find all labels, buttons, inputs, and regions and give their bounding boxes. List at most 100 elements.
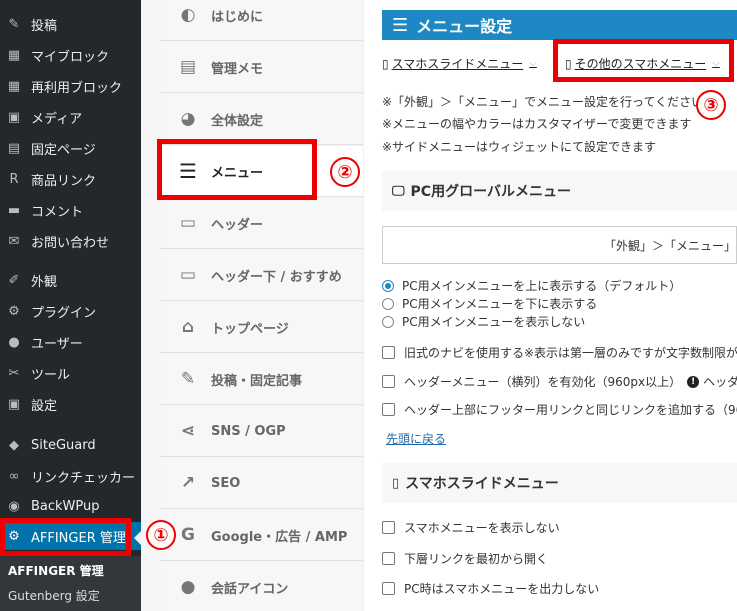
wp-menu-label: マイブロック (31, 49, 110, 65)
wp-menu-item[interactable]: ✉ お問い合わせ (0, 227, 141, 255)
checkbox-no-output-pc[interactable]: PC時はスマホメニューを出力しない (382, 580, 599, 597)
backup-icon: ◉ (8, 498, 20, 514)
brush-icon: ✐ (8, 272, 20, 288)
affinger-menu-item[interactable]: ▭ ヘッダー下 / おすすめ (161, 250, 363, 301)
wp-menu-item[interactable]: ● ユーザー (0, 328, 141, 356)
wp-menu-item[interactable]: ▣ メディア (0, 103, 141, 131)
radio-label: PC用メインメニューを下に表示する (402, 297, 598, 311)
shield-icon: ◆ (9, 437, 19, 453)
memo-icon: ▤ (179, 57, 197, 77)
section-title-bar: ☰ メニュー設定 (382, 10, 737, 40)
main-content: ☰ メニュー設定 ▯ スマホスライドメニュー ⌵ ▯ その他のスマホメニュー ⌵… (364, 0, 737, 611)
radio-menu-hide[interactable]: PC用メインメニューを表示しない (382, 313, 585, 330)
affinger-menu-item[interactable]: ✎ 投稿・固定記事 (161, 354, 363, 405)
note-line: ※サイドメニューはウィジェットにて設定できます (382, 140, 657, 154)
page-icon: ▤ (7, 140, 21, 156)
menu-location-field[interactable]: 「外観」＞「メニュー」 (382, 226, 737, 264)
section-title: PC用グローバルメニュー (410, 184, 571, 200)
checkbox-label: 下層リンクを最初から開く (404, 552, 549, 566)
wp-menu-item[interactable]: ∞ リンクチェッカー (0, 462, 141, 490)
annotation-number-1: ① (146, 520, 176, 550)
affinger-menu-item[interactable]: ▭ ヘッダー (161, 198, 363, 249)
checkbox[interactable] (382, 582, 395, 595)
radio-menu-top[interactable]: PC用メインメニューを上に表示する（デフォルト） (382, 277, 681, 294)
comment-icon: ▬ (7, 202, 21, 218)
back-to-top-link[interactable]: 先頭に戻る (386, 430, 446, 447)
section-title: スマホスライドメニュー (405, 476, 559, 492)
wp-menu-label: お問い合わせ (31, 235, 110, 251)
wp-menu-item[interactable]: ▤ 固定ページ (0, 134, 141, 162)
wp-menu-label: コメント (31, 204, 84, 220)
palette-icon: ◕ (180, 109, 196, 129)
checkbox-header-footer-links[interactable]: ヘッダー上部にフッター用リンクと同じリンクを追加する（960 (382, 401, 737, 418)
wp-menu-item[interactable]: ✐ 外観 (0, 266, 141, 294)
checkbox[interactable] (382, 346, 395, 359)
grid-icon: ▦ (7, 47, 21, 63)
wp-menu-item[interactable]: R 商品リンク (0, 165, 141, 193)
checkbox-hide-smartphone-menu[interactable]: スマホメニューを表示しない (382, 519, 560, 536)
edit-icon: ✎ (180, 369, 196, 389)
radio-menu-bottom[interactable]: PC用メインメニューを下に表示する (382, 295, 597, 312)
radio-button[interactable] (382, 279, 394, 292)
affinger-menu-label: トップページ (211, 321, 289, 337)
link-icon: ∞ (8, 468, 20, 484)
wp-menu-item[interactable]: ✎ 投稿 (0, 10, 141, 38)
affinger-menu-label: SNS / OGP (211, 423, 286, 439)
wp-menu-label: メディア (31, 111, 83, 127)
grid-icon: ▦ (7, 78, 21, 94)
radio-button[interactable] (382, 297, 394, 310)
affinger-menu-label: はじめに (211, 9, 264, 25)
wp-menu-label: BackWPup (31, 498, 100, 514)
affinger-menu-label: ヘッダー下 / おすすめ (211, 269, 342, 285)
wrench-icon: ✂ (8, 365, 20, 381)
tab-label: スマホスライドメニュー (391, 57, 524, 71)
affinger-menu-label: SEO (211, 475, 241, 491)
affinger-menu-label: 投稿・固定記事 (211, 373, 303, 389)
wp-menu-label: 外観 (31, 274, 58, 290)
affinger-menu-item[interactable]: ● 会話アイコン (161, 562, 363, 611)
wp-submenu-item[interactable]: AFFINGER 管理 (0, 562, 141, 579)
wp-menu-item[interactable]: ✂ ツール (0, 359, 141, 387)
radio-button[interactable] (382, 315, 394, 328)
header-below-icon: ▭ (179, 265, 197, 285)
checkbox-open-sublinks[interactable]: 下層リンクを最初から開く (382, 550, 548, 567)
highlight-box-menu (157, 139, 317, 200)
checkbox-label: ヘッダー上部にフッター用リンクと同じリンクを追加する（960 (404, 403, 737, 417)
tab-smartphone-slide-menu[interactable]: ▯ スマホスライドメニュー ⌵ (382, 55, 537, 72)
wp-menu-item[interactable]: ▣ 設定 (0, 390, 141, 418)
google-icon: G (181, 525, 195, 545)
affinger-menu-item[interactable]: ◕ 全体設定 (161, 94, 363, 145)
wp-menu-item[interactable]: ◆ SiteGuard (0, 431, 141, 459)
affinger-menu-item[interactable]: G Google・広告 / AMP (161, 510, 363, 561)
leaf-icon: ◐ (180, 5, 196, 25)
wp-menu-item[interactable]: ⚙ プラグイン (0, 297, 141, 325)
annotation-number-2: ② (330, 157, 360, 187)
checkbox[interactable] (382, 403, 395, 416)
affinger-menu-item[interactable]: ▤ 管理メモ (161, 42, 363, 93)
wp-menu-label: SiteGuard (31, 437, 96, 453)
section-header-smartphone-slide-menu: ▯ スマホスライドメニュー (382, 463, 737, 503)
wp-menu-item[interactable]: ▦ マイブロック (0, 41, 141, 69)
wp-menu-item[interactable]: ▬ コメント (0, 196, 141, 224)
affinger-menu-label: 管理メモ (211, 61, 264, 77)
wp-menu-label: ツール (31, 367, 71, 383)
wp-submenu-item[interactable]: Gutenberg 設定 (0, 587, 141, 604)
affinger-menu-item[interactable]: ⌂ トップページ (161, 302, 363, 353)
wp-menu-item[interactable]: ◉ BackWPup (0, 492, 141, 520)
highlight-box-affinger (0, 518, 131, 556)
checkbox[interactable] (382, 552, 395, 565)
wp-menu-item[interactable]: ▦ 再利用ブロック (0, 72, 141, 100)
checkbox[interactable] (382, 375, 395, 388)
checkbox-old-nav[interactable]: 旧式のナビを使用する※表示は第一層のみですが文字数制限があ (382, 344, 737, 361)
checkbox-header-menu[interactable]: ヘッダーメニュー（横列）を有効化（960px以上） ! ヘッダーメ (382, 373, 737, 390)
affinger-menu-item[interactable]: ◐ はじめに (161, 0, 363, 41)
mail-icon: ✉ (8, 233, 20, 249)
affinger-menu-item[interactable]: ⋖ SNS / OGP (161, 406, 363, 457)
annotation-number-3: ③ (696, 90, 726, 120)
wp-menu-label: 固定ページ (31, 142, 96, 158)
affinger-menu-item[interactable]: ↗ SEO (161, 458, 363, 509)
affinger-menu: ◐ はじめに ▤ 管理メモ ◕ 全体設定 ☰ メニュー ▭ ヘッダー ▭ ヘッダー下 / おすすめ ⌂ ト… (141, 0, 363, 611)
media-icon: ▣ (7, 109, 21, 125)
wp-menu-label: プラグイン (31, 305, 97, 321)
checkbox[interactable] (382, 521, 395, 534)
